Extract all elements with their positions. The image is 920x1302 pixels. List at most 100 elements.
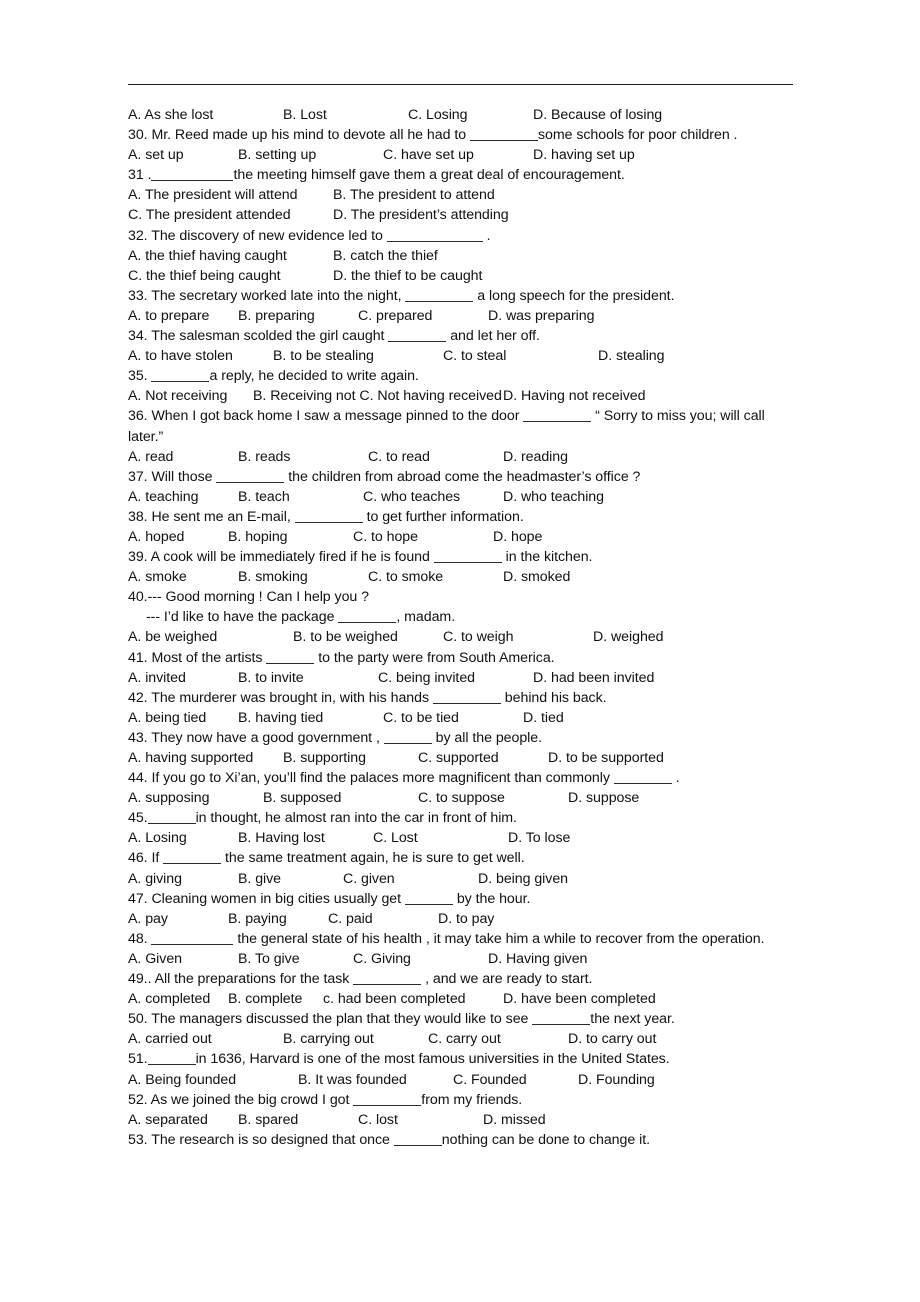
option-choice[interactable]: D. The president’s attending [333,205,509,225]
option-choice[interactable]: A. completed [128,989,228,1009]
option-choice[interactable]: A. Not receiving [128,386,253,406]
option-choice[interactable]: D. was preparing [488,306,595,326]
answer-blank[interactable] [386,229,483,242]
option-choice[interactable]: A. read [128,447,238,467]
option-choice[interactable]: C. paid [328,909,438,929]
option-choice[interactable]: B. carrying out [283,1029,428,1049]
option-choice[interactable]: B. Having lost [238,828,373,848]
option-choice[interactable]: A. separated [128,1110,238,1130]
option-choice[interactable]: B. teach [238,487,363,507]
option-choice[interactable]: B. preparing [238,306,358,326]
option-choice[interactable]: D. to pay [438,909,494,929]
answer-blank[interactable] [338,610,397,624]
option-choice[interactable]: B. to be weighed [293,627,443,647]
option-choice[interactable]: B. smoking [238,567,368,587]
option-choice[interactable]: D. Because of losing [533,105,662,125]
answer-blank[interactable] [151,932,234,945]
option-choice[interactable]: A. As she lost [128,105,283,125]
option-choice[interactable]: D. reading [503,447,568,467]
option-choice[interactable]: C. have set up [383,145,533,165]
option-choice[interactable]: C. lost [358,1110,483,1130]
option-choice[interactable]: B. To give [238,949,353,969]
option-choice[interactable]: C. Founded [453,1070,578,1090]
option-choice[interactable]: c. had been completed [323,989,503,1009]
option-choice[interactable]: D. To lose [508,828,570,848]
answer-blank[interactable] [433,550,502,564]
option-choice[interactable]: B. to invite [238,668,378,688]
answer-blank[interactable] [404,892,453,905]
option-choice[interactable]: B. Receiving not C. Not having received [253,386,503,406]
option-choice[interactable]: C. to steal [443,346,598,366]
option-choice[interactable]: B. reads [238,447,368,467]
option-choice[interactable]: D. suppose [568,788,639,808]
option-choice[interactable]: D. Having given [488,949,587,969]
option-choice[interactable]: D. to be supported [548,748,664,768]
option-choice[interactable]: B. give [238,869,343,889]
option-choice[interactable]: B. supporting [283,748,418,768]
answer-blank[interactable] [147,811,196,825]
option-choice[interactable]: B. hoping [228,527,353,547]
option-choice[interactable]: B. to be stealing [273,346,443,366]
option-choice[interactable]: A. Being founded [128,1070,298,1090]
option-choice[interactable]: B. supposed [263,788,418,808]
option-choice[interactable]: C. prepared [358,306,488,326]
option-choice[interactable]: A. teaching [128,487,238,507]
answer-blank[interactable] [151,168,234,182]
option-choice[interactable]: C. being invited [378,668,533,688]
option-choice[interactable]: C. to weigh [443,627,593,647]
option-choice[interactable]: A. being tied [128,708,238,728]
option-choice[interactable]: D. being given [478,869,568,889]
answer-blank[interactable] [613,771,672,785]
answer-blank[interactable] [266,651,315,664]
answer-blank[interactable] [469,128,538,142]
answer-blank[interactable] [523,409,592,423]
option-choice[interactable]: A. carried out [128,1029,283,1049]
option-choice[interactable]: A. be weighed [128,627,293,647]
answer-blank[interactable] [216,470,285,483]
option-choice[interactable]: A. supposing [128,788,263,808]
option-choice[interactable]: C. to suppose [418,788,568,808]
option-choice[interactable]: C. Losing [408,105,533,125]
option-choice[interactable]: B. complete [228,989,323,1009]
option-choice[interactable]: D. have been completed [503,989,656,1009]
answer-blank[interactable] [432,691,501,704]
option-choice[interactable]: C. The president attended [128,205,333,225]
answer-blank[interactable] [532,1012,591,1026]
option-choice[interactable]: A. pay [128,909,228,929]
option-choice[interactable]: A. hoped [128,527,228,547]
option-choice[interactable]: A. having supported [128,748,283,768]
option-choice[interactable]: C. to hope [353,527,493,547]
option-choice[interactable]: B. paying [228,909,328,929]
option-choice[interactable]: A. to prepare [128,306,238,326]
option-choice[interactable]: C. Giving [353,949,488,969]
answer-blank[interactable] [353,972,422,986]
option-choice[interactable]: B. Lost [283,105,408,125]
option-choice[interactable]: C. carry out [428,1029,568,1049]
option-choice[interactable]: C. to read [368,447,503,467]
option-choice[interactable]: C. supported [418,748,548,768]
option-choice[interactable]: C. to be tied [383,708,523,728]
option-choice[interactable]: D. Having not received [503,386,645,406]
option-choice[interactable]: B. The president to attend [333,185,495,205]
answer-blank[interactable] [163,851,222,865]
option-choice[interactable]: B. having tied [238,708,383,728]
answer-blank[interactable] [147,1052,196,1066]
option-choice[interactable]: B. setting up [238,145,383,165]
option-choice[interactable]: D. had been invited [533,668,654,688]
option-choice[interactable]: D. Founding [578,1070,655,1090]
option-choice[interactable]: A. invited [128,668,238,688]
option-choice[interactable]: B. catch the thief [333,246,438,266]
option-choice[interactable]: A. The president will attend [128,185,333,205]
option-choice[interactable]: D. stealing [598,346,665,366]
answer-blank[interactable] [393,1133,442,1146]
option-choice[interactable]: D. tied [523,708,564,728]
option-choice[interactable]: D. hope [493,527,542,547]
answer-blank[interactable] [294,510,363,523]
option-choice[interactable]: A. smoke [128,567,238,587]
option-choice[interactable]: D. smoked [503,567,570,587]
option-choice[interactable]: A. Losing [128,828,238,848]
option-choice[interactable]: D. having set up [533,145,635,165]
option-choice[interactable]: D. weighed [593,627,664,647]
option-choice[interactable]: A. set up [128,145,238,165]
option-choice[interactable]: D. to carry out [568,1029,656,1049]
